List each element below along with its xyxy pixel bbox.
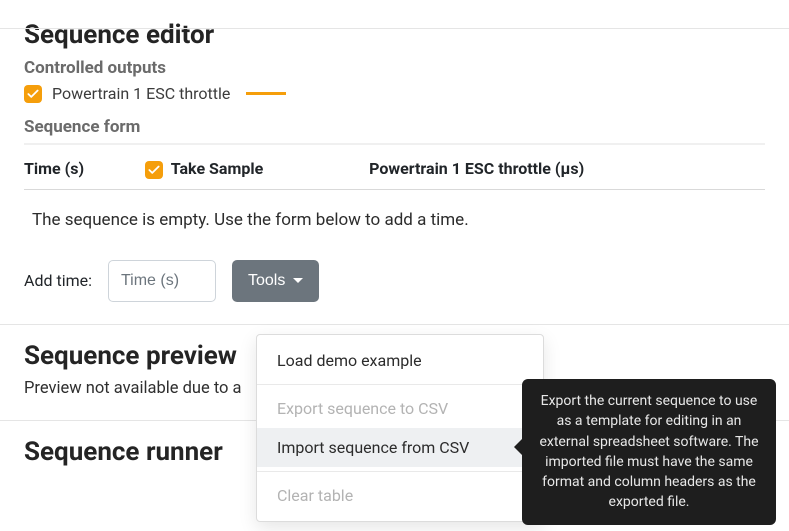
controlled-outputs-heading: Controlled outputs — [24, 58, 765, 78]
col-powertrain: Powertrain 1 ESC throttle (µs) — [369, 149, 765, 189]
take-sample-header-checkbox[interactable] — [145, 161, 163, 179]
chevron-down-icon — [293, 278, 303, 283]
sequence-form-heading: Sequence form — [24, 117, 765, 137]
menu-separator — [257, 471, 543, 472]
tools-button-label: Tools — [248, 272, 285, 290]
sequence-editor-section: Sequence editor Controlled outputs Power… — [0, 20, 789, 302]
output-label: Powertrain 1 ESC throttle — [52, 84, 230, 103]
tools-button[interactable]: Tools — [232, 260, 319, 302]
import-csv-tooltip: Export the current sequence to use as a … — [522, 379, 776, 525]
time-input[interactable] — [108, 260, 216, 302]
page-title: Sequence editor — [24, 20, 765, 50]
menu-load-demo[interactable]: Load demo example — [257, 341, 543, 380]
table-top-border — [24, 143, 765, 145]
output-checkbox[interactable] — [24, 85, 42, 103]
controlled-output-row: Powertrain 1 ESC throttle — [24, 84, 765, 103]
menu-import-csv[interactable]: Import sequence from CSV — [257, 428, 543, 467]
check-icon — [147, 163, 161, 177]
sequence-table: Time (s) Take Sample Powertrain 1 ESC th… — [24, 149, 765, 252]
top-divider — [0, 28, 789, 29]
check-icon — [26, 87, 40, 101]
tools-dropdown: Load demo example Export sequence to CSV… — [256, 334, 544, 522]
empty-message: The sequence is empty. Use the form belo… — [24, 189, 765, 252]
table-empty-row: The sequence is empty. Use the form belo… — [24, 189, 765, 252]
table-header-row: Time (s) Take Sample Powertrain 1 ESC th… — [24, 149, 765, 189]
menu-clear-table: Clear table — [257, 476, 543, 515]
add-time-label: Add time: — [24, 271, 92, 290]
menu-export-csv: Export sequence to CSV — [257, 389, 543, 428]
col-time: Time (s) — [24, 149, 145, 189]
col-take-sample-label: Take Sample — [171, 159, 263, 178]
col-take-sample: Take Sample — [145, 149, 369, 189]
output-color-swatch — [246, 92, 286, 95]
menu-separator — [257, 384, 543, 385]
add-time-row: Add time: Tools — [24, 260, 765, 302]
